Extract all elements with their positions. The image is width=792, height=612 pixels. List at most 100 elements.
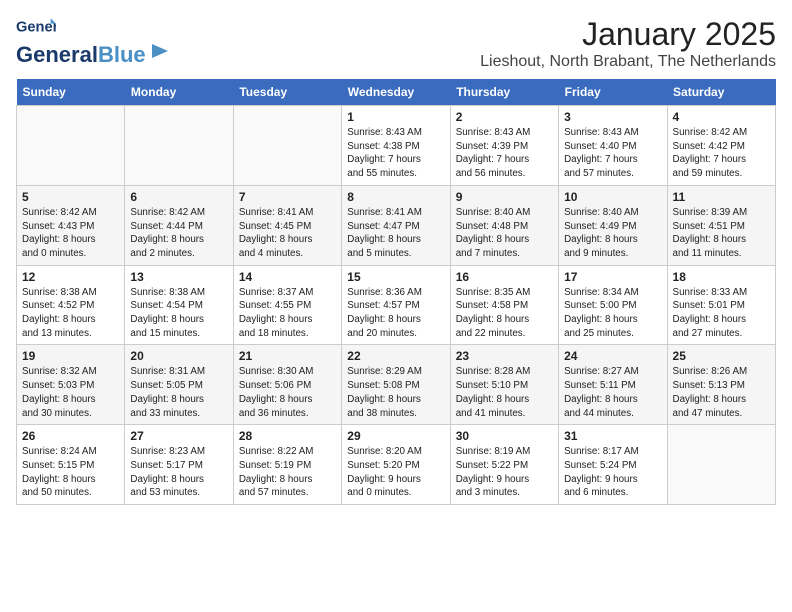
calendar-cell: 9 Sunrise: 8:40 AM Sunset: 4:48 PM Daylig… xyxy=(450,185,558,265)
day-info: Sunrise: 8:38 AM Sunset: 4:52 PM Dayligh… xyxy=(22,286,119,341)
day-number: 14 xyxy=(239,270,336,284)
day-number: 1 xyxy=(347,110,444,124)
day-info: Sunrise: 8:42 AM Sunset: 4:43 PM Dayligh… xyxy=(22,206,119,261)
calendar-week-row: 1 Sunrise: 8:43 AM Sunset: 4:38 PM Daylig… xyxy=(17,106,776,186)
day-info: Sunrise: 8:40 AM Sunset: 4:49 PM Dayligh… xyxy=(564,206,661,261)
day-number: 17 xyxy=(564,270,661,284)
logo-icon: General xyxy=(16,16,56,38)
day-info: Sunrise: 8:38 AM Sunset: 4:54 PM Dayligh… xyxy=(130,286,227,341)
calendar-cell: 21 Sunrise: 8:30 AM Sunset: 5:06 PM Dayli… xyxy=(233,345,341,425)
calendar-week-row: 5 Sunrise: 8:42 AM Sunset: 4:43 PM Daylig… xyxy=(17,185,776,265)
day-info: Sunrise: 8:23 AM Sunset: 5:17 PM Dayligh… xyxy=(130,445,227,500)
day-number: 27 xyxy=(130,429,227,443)
calendar-cell: 25 Sunrise: 8:26 AM Sunset: 5:13 PM Dayli… xyxy=(667,345,775,425)
calendar-cell xyxy=(125,106,233,186)
calendar-cell: 20 Sunrise: 8:31 AM Sunset: 5:05 PM Dayli… xyxy=(125,345,233,425)
calendar-cell: 26Sunrise: 8:24 AM Sunset: 5:15 PM Dayli… xyxy=(17,425,125,505)
day-info: Sunrise: 8:29 AM Sunset: 5:08 PM Dayligh… xyxy=(347,365,444,420)
calendar-col-header: Thursday xyxy=(450,79,558,106)
day-info: Sunrise: 8:34 AM Sunset: 5:00 PM Dayligh… xyxy=(564,286,661,341)
calendar-cell xyxy=(667,425,775,505)
day-info: Sunrise: 8:28 AM Sunset: 5:10 PM Dayligh… xyxy=(456,365,553,420)
day-info: Sunrise: 8:39 AM Sunset: 4:51 PM Dayligh… xyxy=(673,206,770,261)
calendar-cell: 24 Sunrise: 8:27 AM Sunset: 5:11 PM Dayli… xyxy=(559,345,667,425)
calendar-cell: 7 Sunrise: 8:41 AM Sunset: 4:45 PM Daylig… xyxy=(233,185,341,265)
calendar-table: SundayMondayTuesdayWednesdayThursdayFrid… xyxy=(16,79,776,505)
day-number: 12 xyxy=(22,270,119,284)
calendar-col-header: Friday xyxy=(559,79,667,106)
calendar-cell: 15Sunrise: 8:36 AM Sunset: 4:57 PM Dayli… xyxy=(342,265,450,345)
svg-text:General: General xyxy=(16,20,56,36)
calendar-cell: 17 Sunrise: 8:34 AM Sunset: 5:00 PM Dayli… xyxy=(559,265,667,345)
calendar-col-header: Tuesday xyxy=(233,79,341,106)
calendar-cell: 2 Sunrise: 8:43 AM Sunset: 4:39 PM Daylig… xyxy=(450,106,558,186)
calendar-cell: 22 Sunrise: 8:29 AM Sunset: 5:08 PM Dayli… xyxy=(342,345,450,425)
page-header: General General Blue January 2025 Liesho… xyxy=(16,16,776,71)
day-number: 21 xyxy=(239,349,336,363)
calendar-week-row: 26Sunrise: 8:24 AM Sunset: 5:15 PM Dayli… xyxy=(17,425,776,505)
day-number: 30 xyxy=(456,429,553,443)
day-number: 25 xyxy=(673,349,770,363)
day-info: Sunrise: 8:30 AM Sunset: 5:06 PM Dayligh… xyxy=(239,365,336,420)
day-info: Sunrise: 8:22 AM Sunset: 5:19 PM Dayligh… xyxy=(239,445,336,500)
day-number: 23 xyxy=(456,349,553,363)
day-info: Sunrise: 8:41 AM Sunset: 4:45 PM Dayligh… xyxy=(239,206,336,261)
calendar-cell: 8Sunrise: 8:41 AM Sunset: 4:47 PM Daylig… xyxy=(342,185,450,265)
calendar-cell: 28 Sunrise: 8:22 AM Sunset: 5:19 PM Dayli… xyxy=(233,425,341,505)
logo-general: General xyxy=(16,42,98,68)
day-info: Sunrise: 8:26 AM Sunset: 5:13 PM Dayligh… xyxy=(673,365,770,420)
calendar-cell: 29 Sunrise: 8:20 AM Sunset: 5:20 PM Dayli… xyxy=(342,425,450,505)
day-info: Sunrise: 8:37 AM Sunset: 4:55 PM Dayligh… xyxy=(239,286,336,341)
calendar-cell xyxy=(233,106,341,186)
day-number: 8 xyxy=(347,190,444,204)
calendar-col-header: Wednesday xyxy=(342,79,450,106)
title-block: January 2025 Lieshout, North Brabant, Th… xyxy=(480,16,776,71)
day-info: Sunrise: 8:17 AM Sunset: 5:24 PM Dayligh… xyxy=(564,445,661,500)
day-number: 10 xyxy=(564,190,661,204)
day-info: Sunrise: 8:43 AM Sunset: 4:39 PM Dayligh… xyxy=(456,126,553,181)
calendar-cell: 12 Sunrise: 8:38 AM Sunset: 4:52 PM Dayli… xyxy=(17,265,125,345)
day-info: Sunrise: 8:42 AM Sunset: 4:42 PM Dayligh… xyxy=(673,126,770,181)
calendar-cell: 23 Sunrise: 8:28 AM Sunset: 5:10 PM Dayli… xyxy=(450,345,558,425)
day-number: 22 xyxy=(347,349,444,363)
calendar-cell: 27 Sunrise: 8:23 AM Sunset: 5:17 PM Dayli… xyxy=(125,425,233,505)
calendar-cell: 19Sunrise: 8:32 AM Sunset: 5:03 PM Dayli… xyxy=(17,345,125,425)
day-info: Sunrise: 8:31 AM Sunset: 5:05 PM Dayligh… xyxy=(130,365,227,420)
day-number: 5 xyxy=(22,190,119,204)
calendar-cell: 16Sunrise: 8:35 AM Sunset: 4:58 PM Dayli… xyxy=(450,265,558,345)
day-number: 7 xyxy=(239,190,336,204)
calendar-week-row: 19Sunrise: 8:32 AM Sunset: 5:03 PM Dayli… xyxy=(17,345,776,425)
calendar-col-header: Sunday xyxy=(17,79,125,106)
calendar-header-row: SundayMondayTuesdayWednesdayThursdayFrid… xyxy=(17,79,776,106)
calendar-cell: 6 Sunrise: 8:42 AM Sunset: 4:44 PM Daylig… xyxy=(125,185,233,265)
calendar-cell: 4Sunrise: 8:42 AM Sunset: 4:42 PM Daylig… xyxy=(667,106,775,186)
day-number: 24 xyxy=(564,349,661,363)
day-info: Sunrise: 8:40 AM Sunset: 4:48 PM Dayligh… xyxy=(456,206,553,261)
logo-arrow-icon xyxy=(148,40,170,62)
day-info: Sunrise: 8:33 AM Sunset: 5:01 PM Dayligh… xyxy=(673,286,770,341)
day-number: 28 xyxy=(239,429,336,443)
day-info: Sunrise: 8:43 AM Sunset: 4:38 PM Dayligh… xyxy=(347,126,444,181)
day-number: 9 xyxy=(456,190,553,204)
day-info: Sunrise: 8:27 AM Sunset: 5:11 PM Dayligh… xyxy=(564,365,661,420)
calendar-col-header: Monday xyxy=(125,79,233,106)
calendar-col-header: Saturday xyxy=(667,79,775,106)
day-number: 18 xyxy=(673,270,770,284)
day-info: Sunrise: 8:20 AM Sunset: 5:20 PM Dayligh… xyxy=(347,445,444,500)
day-info: Sunrise: 8:24 AM Sunset: 5:15 PM Dayligh… xyxy=(22,445,119,500)
calendar-cell: 31 Sunrise: 8:17 AM Sunset: 5:24 PM Dayli… xyxy=(559,425,667,505)
calendar-cell: 18 Sunrise: 8:33 AM Sunset: 5:01 PM Dayli… xyxy=(667,265,775,345)
day-number: 20 xyxy=(130,349,227,363)
day-number: 19 xyxy=(22,349,119,363)
calendar-cell: 10 Sunrise: 8:40 AM Sunset: 4:49 PM Dayli… xyxy=(559,185,667,265)
day-info: Sunrise: 8:42 AM Sunset: 4:44 PM Dayligh… xyxy=(130,206,227,261)
day-number: 29 xyxy=(347,429,444,443)
day-number: 13 xyxy=(130,270,227,284)
day-number: 31 xyxy=(564,429,661,443)
day-number: 2 xyxy=(456,110,553,124)
day-info: Sunrise: 8:43 AM Sunset: 4:40 PM Dayligh… xyxy=(564,126,661,181)
day-number: 6 xyxy=(130,190,227,204)
day-number: 3 xyxy=(564,110,661,124)
day-info: Sunrise: 8:19 AM Sunset: 5:22 PM Dayligh… xyxy=(456,445,553,500)
calendar-cell: 11Sunrise: 8:39 AM Sunset: 4:51 PM Dayli… xyxy=(667,185,775,265)
